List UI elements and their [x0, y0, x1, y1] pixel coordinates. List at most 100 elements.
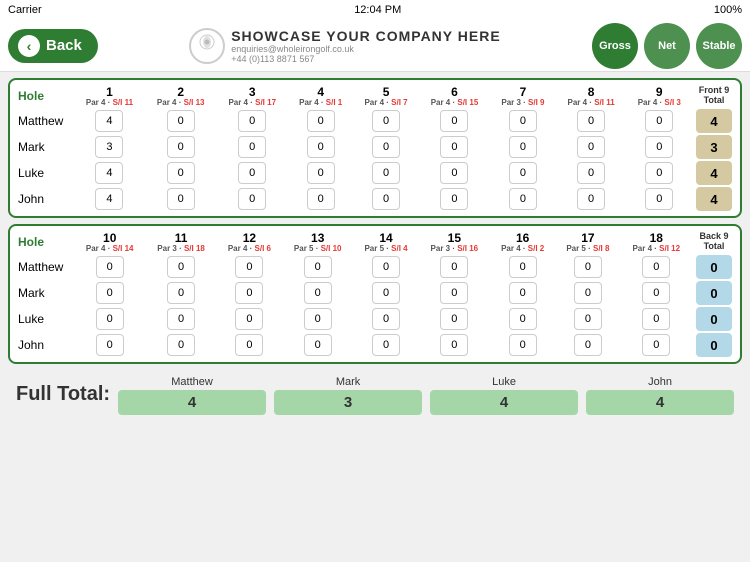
- score-cell[interactable]: 0: [556, 160, 627, 186]
- score-cell[interactable]: 3: [74, 134, 145, 160]
- score-cell[interactable]: 0: [490, 254, 555, 280]
- player-name: Luke: [14, 306, 74, 332]
- score-cell[interactable]: 0: [627, 108, 692, 134]
- score-cell[interactable]: 0: [556, 134, 627, 160]
- score-cell[interactable]: 0: [419, 332, 490, 358]
- back-label: Back: [46, 37, 82, 54]
- back9-hole-header: Hole: [14, 230, 74, 254]
- score-cell[interactable]: 0: [621, 280, 693, 306]
- score-cell[interactable]: 4: [74, 108, 145, 134]
- score-cell[interactable]: 0: [556, 108, 627, 134]
- score-cell[interactable]: 0: [145, 108, 217, 134]
- score-cell[interactable]: 0: [490, 134, 555, 160]
- front9-player-row: Mark3000000003: [14, 134, 736, 160]
- front9-hole-8: 8 Par 4 · S/I 11: [556, 84, 627, 108]
- score-cell[interactable]: 0: [74, 332, 145, 358]
- score-cell[interactable]: 0: [556, 186, 627, 212]
- score-cell[interactable]: 0: [74, 306, 145, 332]
- back-button[interactable]: ‹ Back: [8, 29, 98, 63]
- score-cell[interactable]: 0: [282, 306, 353, 332]
- score-cell[interactable]: 0: [216, 108, 288, 134]
- score-cell[interactable]: 0: [555, 332, 620, 358]
- score-cell[interactable]: 0: [145, 306, 216, 332]
- score-cell[interactable]: 0: [621, 254, 693, 280]
- score-cell[interactable]: 0: [282, 254, 353, 280]
- score-cell[interactable]: 0: [419, 306, 490, 332]
- player-name: John: [14, 186, 74, 212]
- back9-scorecard: Hole 10 Par 4 · S/I 14 11 Par 3 · S/I 18…: [8, 224, 742, 364]
- score-cell[interactable]: 0: [621, 332, 693, 358]
- score-cell[interactable]: 0: [490, 160, 555, 186]
- score-cell[interactable]: 0: [555, 306, 620, 332]
- score-cell[interactable]: 0: [145, 332, 216, 358]
- score-cell[interactable]: 0: [353, 332, 418, 358]
- score-cell[interactable]: 0: [145, 254, 216, 280]
- front9-total-cell: 4: [692, 108, 736, 134]
- front9-player-row: Matthew4000000004: [14, 108, 736, 134]
- score-cell[interactable]: 0: [490, 332, 555, 358]
- score-cell[interactable]: 0: [621, 306, 693, 332]
- score-cell[interactable]: 0: [353, 108, 418, 134]
- score-cell[interactable]: 0: [217, 332, 282, 358]
- score-cell[interactable]: 0: [217, 280, 282, 306]
- score-cell[interactable]: 0: [288, 108, 353, 134]
- player-total-score: 4: [586, 390, 734, 415]
- score-cell[interactable]: 0: [419, 160, 491, 186]
- score-cell[interactable]: 0: [145, 160, 217, 186]
- back9-total-cell: 0: [692, 280, 736, 306]
- player-total-name: Matthew: [171, 376, 213, 388]
- score-cell[interactable]: 0: [627, 134, 692, 160]
- front9-hole-2: 2 Par 4 · S/I 13: [145, 84, 217, 108]
- score-cell[interactable]: 0: [353, 186, 418, 212]
- score-cell[interactable]: 0: [419, 108, 491, 134]
- front9-hole-6: 6 Par 4 · S/I 15: [419, 84, 491, 108]
- player-name: Luke: [14, 160, 74, 186]
- score-cell[interactable]: 0: [555, 254, 620, 280]
- score-cell[interactable]: 0: [353, 280, 418, 306]
- score-cell[interactable]: 0: [217, 306, 282, 332]
- score-cell[interactable]: 0: [419, 254, 490, 280]
- full-total-players: Matthew4Mark3Luke4John4: [118, 376, 734, 415]
- score-cell[interactable]: 0: [282, 332, 353, 358]
- back9-total-header: Back 9Total: [692, 230, 736, 254]
- score-cell[interactable]: 0: [216, 186, 288, 212]
- score-cell[interactable]: 0: [419, 280, 490, 306]
- net-button[interactable]: Net: [644, 23, 690, 69]
- score-cell[interactable]: 0: [145, 280, 216, 306]
- front9-hole-header: Hole: [14, 84, 74, 108]
- score-cell[interactable]: 0: [490, 280, 555, 306]
- score-cell[interactable]: 0: [419, 134, 491, 160]
- score-cell[interactable]: 0: [217, 254, 282, 280]
- score-cell[interactable]: 0: [353, 254, 418, 280]
- score-cell[interactable]: 0: [145, 134, 217, 160]
- score-cell[interactable]: 0: [288, 134, 353, 160]
- score-cell[interactable]: 0: [145, 186, 217, 212]
- score-cell[interactable]: 0: [419, 186, 491, 212]
- score-cell[interactable]: 0: [216, 134, 288, 160]
- score-cell[interactable]: 4: [74, 186, 145, 212]
- score-cell[interactable]: 0: [490, 108, 555, 134]
- gross-button[interactable]: Gross: [592, 23, 638, 69]
- back9-player-row: Matthew0000000000: [14, 254, 736, 280]
- back9-player-row: Mark0000000000: [14, 280, 736, 306]
- score-cell[interactable]: 0: [627, 186, 692, 212]
- player-total-block: Luke4: [430, 376, 578, 415]
- score-cell[interactable]: 0: [282, 280, 353, 306]
- score-cell[interactable]: 0: [74, 280, 145, 306]
- score-cell[interactable]: 0: [353, 134, 418, 160]
- score-cell[interactable]: 4: [74, 160, 145, 186]
- front9-hole-1: 1 Par 4 · S/I 11: [74, 84, 145, 108]
- stable-button[interactable]: Stable: [696, 23, 742, 69]
- score-cell[interactable]: 0: [490, 306, 555, 332]
- back9-hole-15: 15 Par 3 · S/I 16: [419, 230, 490, 254]
- score-cell[interactable]: 0: [74, 254, 145, 280]
- score-cell[interactable]: 0: [353, 306, 418, 332]
- score-cell[interactable]: 0: [353, 160, 418, 186]
- header: ‹ Back SHOWCASE YOUR COMPANY HERE enquir…: [0, 20, 750, 72]
- score-cell[interactable]: 0: [288, 160, 353, 186]
- score-cell[interactable]: 0: [216, 160, 288, 186]
- score-cell[interactable]: 0: [490, 186, 555, 212]
- score-cell[interactable]: 0: [288, 186, 353, 212]
- score-cell[interactable]: 0: [555, 280, 620, 306]
- score-cell[interactable]: 0: [627, 160, 692, 186]
